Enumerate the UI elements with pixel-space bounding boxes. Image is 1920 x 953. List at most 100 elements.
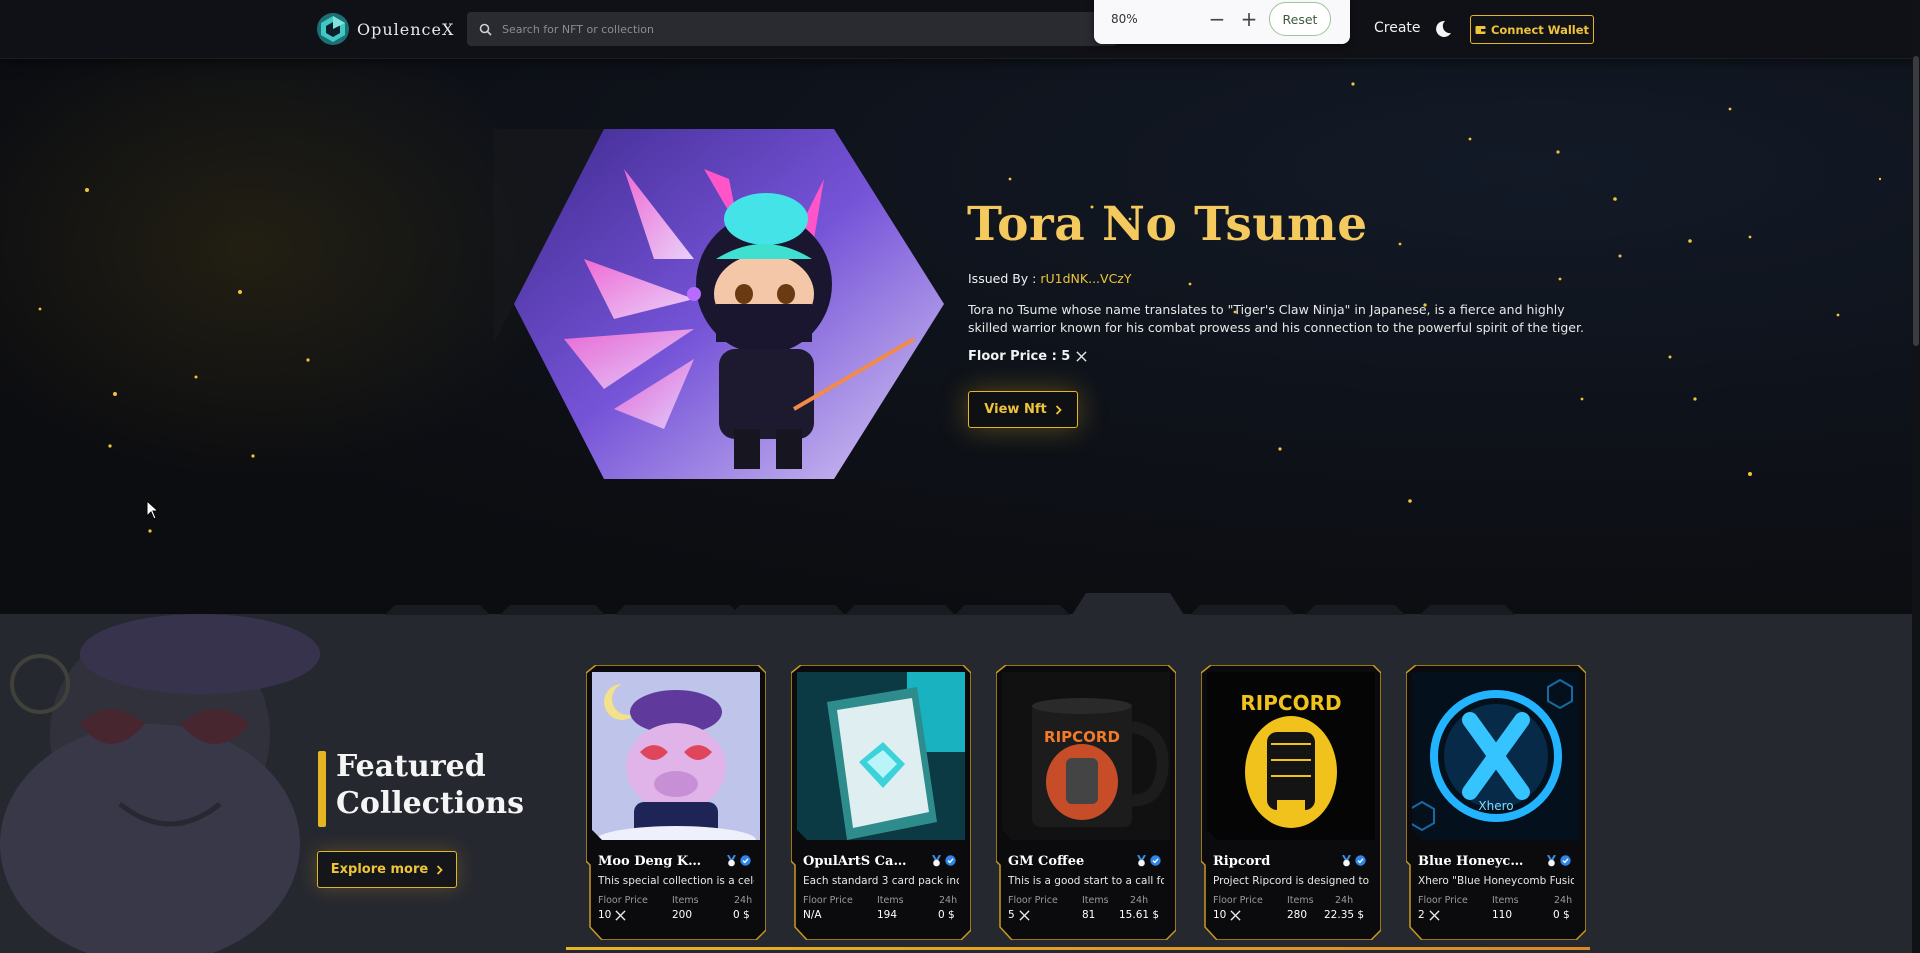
items-value: 280 [1287, 909, 1308, 921]
floor-price-number: 10 [1213, 909, 1227, 921]
medal-icon [932, 855, 941, 867]
day-volume-label: 24h [1130, 895, 1149, 906]
logo-text: OpulenceX [357, 19, 455, 39]
xhero-text: Xhero [1478, 799, 1513, 813]
verified-icon [1150, 855, 1161, 866]
card-badges [1546, 855, 1571, 867]
floor-price-label: Floor Price [1213, 895, 1263, 906]
zoom-out-button[interactable]: − [1204, 6, 1230, 32]
day-volume-label: 24h [1554, 895, 1573, 906]
card-badges [1136, 855, 1161, 867]
view-nft-button[interactable]: View Nft [968, 391, 1078, 428]
verified-icon [1355, 855, 1366, 866]
card-name: GM Coffee [1008, 854, 1085, 869]
day-volume-label: 24h [1335, 895, 1354, 906]
section-bottom-accent [566, 947, 1590, 950]
card-image-opularts-pack [797, 672, 965, 840]
collection-card[interactable]: Xhero Blue Honeycomb ... Xhero "Blue Hon… [1406, 665, 1586, 940]
card-name: OpulArtS Card Pa... [803, 854, 913, 869]
issued-by: Issued By : rU1dNK...VCzY [968, 271, 1132, 286]
floor-price-value: 10 [598, 909, 626, 921]
card-description: This is a good start to a call for [1008, 875, 1164, 887]
xrp-icon [1019, 909, 1030, 921]
medal-icon [1137, 855, 1146, 867]
medal-icon [1547, 855, 1556, 867]
browser-zoom-popup: 80% − + Reset [1094, 0, 1350, 44]
card-name: Blue Honeycomb ... [1418, 854, 1528, 869]
card-badges [1341, 855, 1366, 867]
zoom-in-button[interactable]: + [1236, 6, 1262, 32]
section-tab-strip [385, 593, 1515, 615]
collection-card[interactable]: OpulArtS Card Pa... Each standard 3 card… [791, 665, 971, 940]
connect-wallet-label: Connect Wallet [1490, 22, 1590, 37]
zoom-level: 80% [1111, 12, 1138, 26]
day-volume-value: 0 $ [1553, 909, 1570, 921]
chevron-right-icon [437, 864, 443, 875]
chevron-right-icon [1055, 404, 1062, 415]
xrp-icon [1230, 909, 1241, 921]
xrp-icon [1076, 351, 1087, 362]
day-volume-value: 22.35 $ [1324, 909, 1365, 921]
connect-wallet-button[interactable]: Connect Wallet [1470, 15, 1594, 44]
hero-banner: Tora No Tsume Issued By : rU1dNK...VCzY … [0, 59, 1920, 614]
card-image-blue-honeycomb: Xhero [1412, 672, 1580, 840]
floor-price-value: N/A [803, 909, 822, 921]
card-name: Moo Deng Kawaii [598, 854, 708, 869]
hero-floor-price: Floor Price : 5 [968, 349, 1087, 364]
issuer-address[interactable]: rU1dNK...VCzY [1040, 271, 1131, 286]
search-bar[interactable] [467, 12, 1117, 46]
collection-card[interactable]: RIPCORD Ripcord Project Ripcord is desig… [1201, 665, 1381, 940]
card-image-gm-coffee: RIPCORD [1002, 672, 1170, 840]
verified-icon [1560, 855, 1571, 866]
top-navbar: OpulenceX e Create Connect Wallet [0, 0, 1920, 59]
zoom-reset-button[interactable]: Reset [1269, 2, 1331, 36]
floor-price-value: 5 [1008, 909, 1030, 921]
items-label: Items [877, 895, 904, 906]
day-volume-value: 0 $ [938, 909, 955, 921]
mouse-cursor-icon [146, 500, 160, 520]
items-label: Items [1082, 895, 1109, 906]
featured-collections-title: Featured Collections [336, 748, 524, 822]
floor-price-label: Floor Price : 5 [968, 349, 1071, 364]
featured-background-artwork [0, 614, 320, 953]
hero-nft-artwork [494, 129, 944, 479]
moon-icon[interactable] [1432, 18, 1454, 40]
card-name: Ripcord [1213, 854, 1271, 869]
verified-icon [740, 855, 751, 866]
day-volume-value: 0 $ [733, 909, 750, 921]
card-badges [931, 855, 956, 867]
items-value: 81 [1082, 909, 1096, 921]
featured-title-line2: Collections [336, 786, 524, 821]
items-label: Items [672, 895, 699, 906]
items-value: 200 [672, 909, 693, 921]
items-value: 194 [877, 909, 898, 921]
floor-price-value: 10 [1213, 909, 1241, 921]
items-value: 110 [1492, 909, 1513, 921]
floor-price-number: 2 [1418, 909, 1425, 921]
view-nft-label: View Nft [984, 402, 1047, 417]
ripcord-logo-text: RIPCORD [1240, 691, 1341, 715]
verified-icon [945, 855, 956, 866]
card-image-ripcord: RIPCORD [1207, 672, 1375, 840]
floor-price-label: Floor Price [1418, 895, 1468, 906]
search-input[interactable] [502, 22, 1062, 36]
mug-text: RIPCORD [1044, 728, 1120, 746]
hero-title: Tora No Tsume [967, 197, 1368, 252]
hero-star-field [38, 82, 1882, 533]
explore-more-button[interactable]: Explore more [317, 851, 457, 888]
wallet-icon [1475, 25, 1486, 34]
xrp-icon [1429, 909, 1440, 921]
issued-by-label: Issued By : [968, 271, 1041, 286]
medal-icon [1342, 855, 1351, 867]
featured-title-line1: Featured [336, 749, 486, 784]
nav-link-create[interactable]: Create [1374, 20, 1421, 36]
items-label: Items [1287, 895, 1314, 906]
explore-more-label: Explore more [330, 862, 429, 877]
floor-price-label: Floor Price [598, 895, 648, 906]
collection-card[interactable]: RIPCORD GM Coffee This is a good start t… [996, 665, 1176, 940]
collection-card[interactable]: Moo Deng Kawaii This special collection … [586, 665, 766, 940]
logo[interactable]: OpulenceX [316, 12, 454, 46]
day-volume-label: 24h [939, 895, 958, 906]
floor-price-label: Floor Price [1008, 895, 1058, 906]
page-scrollbar-thumb[interactable] [1913, 56, 1919, 346]
